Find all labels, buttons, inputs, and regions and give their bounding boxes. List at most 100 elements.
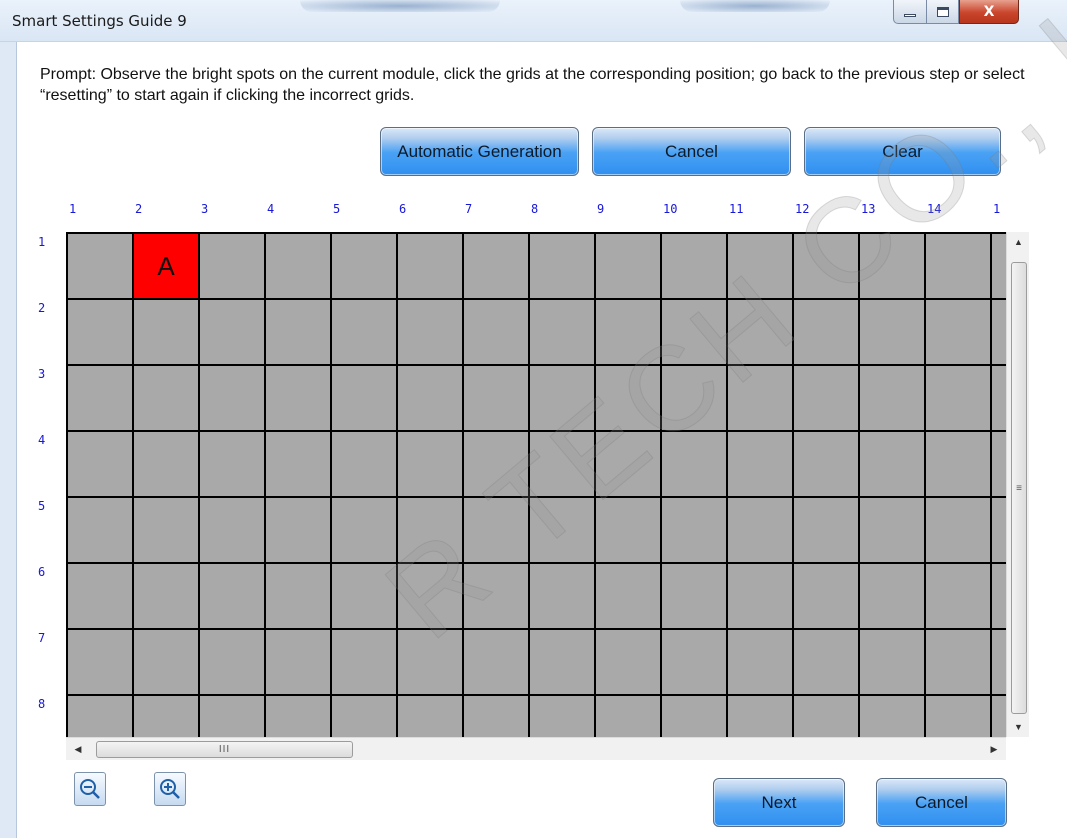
grid-cell[interactable] xyxy=(200,234,266,300)
grid-cell[interactable] xyxy=(200,630,266,696)
grid-cell[interactable] xyxy=(794,300,860,366)
grid-cell[interactable] xyxy=(794,564,860,630)
grid-cell[interactable] xyxy=(398,366,464,432)
grid-cell[interactable] xyxy=(992,432,1006,498)
grid-cell[interactable] xyxy=(530,696,596,737)
grid-cell[interactable] xyxy=(596,564,662,630)
zoom-in-button[interactable] xyxy=(154,772,186,806)
grid-cell[interactable] xyxy=(332,696,398,737)
grid-cell[interactable] xyxy=(68,300,134,366)
grid-cell[interactable] xyxy=(332,630,398,696)
grid-cell[interactable] xyxy=(794,432,860,498)
footer-cancel-button[interactable]: Cancel xyxy=(876,778,1007,827)
grid-cell[interactable] xyxy=(662,564,728,630)
grid-cell[interactable] xyxy=(530,630,596,696)
grid-cell[interactable] xyxy=(266,432,332,498)
grid-cell[interactable] xyxy=(596,366,662,432)
grid-cell[interactable] xyxy=(68,498,134,564)
automatic-generation-button[interactable]: Automatic Generation xyxy=(380,127,579,176)
grid-cell[interactable] xyxy=(134,630,200,696)
grid-cell[interactable] xyxy=(398,300,464,366)
grid-cell[interactable] xyxy=(266,564,332,630)
grid-cell[interactable] xyxy=(464,498,530,564)
grid-cell[interactable] xyxy=(596,300,662,366)
grid-cell[interactable] xyxy=(398,696,464,737)
grid-cell[interactable] xyxy=(662,630,728,696)
scroll-down-icon[interactable]: ▼ xyxy=(1007,717,1030,737)
horizontal-scroll-thumb[interactable]: III xyxy=(96,741,353,758)
grid-cell[interactable] xyxy=(68,234,134,300)
scroll-right-icon[interactable]: ▶ xyxy=(984,738,1004,761)
grid-cell[interactable] xyxy=(464,564,530,630)
grid-cell[interactable] xyxy=(728,696,794,737)
grid-cell[interactable] xyxy=(134,498,200,564)
grid-cell[interactable] xyxy=(860,234,926,300)
grid-cell[interactable] xyxy=(992,564,1006,630)
grid-cell[interactable] xyxy=(68,696,134,737)
grid-cell[interactable] xyxy=(794,366,860,432)
grid-cell[interactable] xyxy=(596,234,662,300)
horizontal-scrollbar[interactable]: ◀ III ▶ xyxy=(66,737,1006,760)
grid-cell[interactable] xyxy=(662,432,728,498)
grid-cell[interactable] xyxy=(266,630,332,696)
grid-cell[interactable] xyxy=(530,564,596,630)
grid-cell-marked[interactable]: A xyxy=(134,234,200,300)
grid-cell[interactable] xyxy=(926,300,992,366)
grid-cell[interactable] xyxy=(860,696,926,737)
cancel-button[interactable]: Cancel xyxy=(592,127,791,176)
grid-cell[interactable] xyxy=(134,564,200,630)
grid-cell[interactable] xyxy=(794,696,860,737)
grid-cell[interactable] xyxy=(662,234,728,300)
grid-cell[interactable] xyxy=(992,630,1006,696)
vertical-scrollbar[interactable]: ▲ ≡ ▼ xyxy=(1006,232,1029,737)
grid-cell[interactable] xyxy=(332,564,398,630)
grid-cell[interactable] xyxy=(794,234,860,300)
grid-cell[interactable] xyxy=(266,696,332,737)
minimize-button[interactable] xyxy=(893,0,927,24)
grid-cell[interactable] xyxy=(398,498,464,564)
grid-cell[interactable] xyxy=(332,366,398,432)
grid-cell[interactable] xyxy=(530,366,596,432)
grid-cell[interactable] xyxy=(332,300,398,366)
grid-cell[interactable] xyxy=(398,630,464,696)
grid-cell[interactable] xyxy=(464,300,530,366)
grid-cell[interactable] xyxy=(464,630,530,696)
grid-cell[interactable] xyxy=(860,366,926,432)
grid-cell[interactable] xyxy=(860,300,926,366)
grid-cell[interactable] xyxy=(464,234,530,300)
maximize-button[interactable] xyxy=(927,0,959,24)
grid-cell[interactable] xyxy=(134,432,200,498)
grid-cell[interactable] xyxy=(134,300,200,366)
grid-cell[interactable] xyxy=(992,234,1006,300)
grid-cell[interactable] xyxy=(134,366,200,432)
grid-cell[interactable] xyxy=(68,630,134,696)
grid-cell[interactable] xyxy=(926,366,992,432)
grid-cell[interactable] xyxy=(398,432,464,498)
next-button[interactable]: Next xyxy=(713,778,845,827)
grid-cell[interactable] xyxy=(200,564,266,630)
grid-cell[interactable] xyxy=(200,432,266,498)
grid-cell[interactable] xyxy=(596,498,662,564)
zoom-out-button[interactable] xyxy=(74,772,106,806)
grid-cell[interactable] xyxy=(860,564,926,630)
grid-cell[interactable] xyxy=(266,234,332,300)
grid-cell[interactable] xyxy=(794,630,860,696)
close-button[interactable]: X xyxy=(959,0,1019,24)
grid-cell[interactable] xyxy=(992,300,1006,366)
grid-cell[interactable] xyxy=(332,498,398,564)
grid-cell[interactable] xyxy=(596,696,662,737)
grid-cell[interactable] xyxy=(266,366,332,432)
grid-cell[interactable] xyxy=(266,498,332,564)
grid-cell[interactable] xyxy=(134,696,200,737)
grid-cell[interactable] xyxy=(860,498,926,564)
grid-cell[interactable] xyxy=(68,564,134,630)
grid-cell[interactable] xyxy=(398,564,464,630)
grid-cell[interactable] xyxy=(530,300,596,366)
grid-cell[interactable] xyxy=(332,234,398,300)
grid-cell[interactable] xyxy=(266,300,332,366)
clear-button[interactable]: Clear xyxy=(804,127,1001,176)
grid-cell[interactable] xyxy=(728,300,794,366)
grid-cell[interactable] xyxy=(728,432,794,498)
grid-cell[interactable] xyxy=(926,696,992,737)
grid-cell[interactable] xyxy=(200,366,266,432)
